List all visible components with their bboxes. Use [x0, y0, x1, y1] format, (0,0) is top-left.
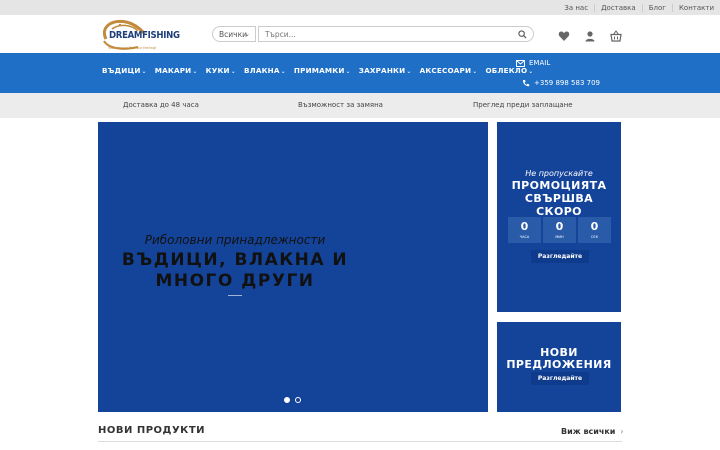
new-offers-title: НОВИ ПРЕДЛОЖЕНИЯ [497, 347, 621, 371]
view-all-link[interactable]: Виж всички › [561, 427, 623, 436]
nav-phone-link[interactable]: +359 898 583 709 [522, 79, 600, 87]
hero-slider[interactable]: Риболовни принадлежности ВЪДИЦИ, ВЛАКНА … [98, 122, 488, 412]
header: DREAMFISHING Your dream fish our feeling… [0, 15, 720, 53]
nav-phone-label: +359 898 583 709 [534, 79, 600, 87]
hero-subtitle: Риболовни принадлежности [144, 233, 326, 247]
hero-divider [228, 295, 242, 296]
slider-dot-2[interactable] [295, 397, 301, 403]
feature-exchange: Възможност за замяна [298, 101, 383, 109]
logo-tagline: Your dream fish our feeling! [108, 46, 157, 50]
cart-basket-icon[interactable] [610, 27, 622, 42]
nav-item-lures[interactable]: ПРИМАМКИ⌄ [294, 66, 351, 75]
new-products-title: НОВИ ПРОДУКТИ [98, 425, 206, 436]
hero-title: ВЪДИЦИ, ВЛАКНА И МНОГО ДРУГИ [98, 250, 372, 292]
top-link-delivery[interactable]: Доставка [594, 3, 642, 12]
nav-item-label: ВЪДИЦИ [102, 66, 141, 75]
top-bar: За нас Доставка Блог Контакти [0, 0, 720, 15]
nav-item-label: КУКИ [205, 66, 230, 75]
countdown-hours: 0 ЧАСА [508, 217, 541, 243]
hero-title-line: ВЪДИЦИ, ВЛАКНА И [121, 250, 349, 270]
new-offers-title-line: ПРЕДЛОЖЕНИЯ [506, 358, 612, 371]
chevron-down-icon: ⌄ [192, 68, 198, 75]
countdown-timer: 0 ЧАСА 0 МИН 0 СЕК [508, 217, 611, 243]
promo-title: ПРОМОЦИЯТА СВЪРШВА СКОРО [497, 179, 621, 218]
slider-dot-1[interactable] [284, 397, 290, 403]
promo-title-line: СВЪРШВА [524, 192, 594, 205]
account-user-icon[interactable] [584, 27, 596, 42]
promo-browse-button[interactable]: Разгледайте [531, 250, 589, 263]
countdown-seconds: 0 СЕК [578, 217, 611, 243]
envelope-icon [516, 59, 525, 67]
category-select[interactable]: Всички ⌄ [212, 26, 256, 42]
new-offers-banner: НОВИ ПРЕДЛОЖЕНИЯ Разгледайте [497, 322, 621, 412]
chevron-down-icon: ⌄ [280, 68, 286, 75]
feature-inspection: Преглед преди заплащане [473, 101, 573, 109]
promo-title-line: ПРОМОЦИЯТА [511, 179, 607, 192]
phone-icon [522, 80, 530, 87]
promo-banner: Не пропускайте ПРОМОЦИЯТА СВЪРШВА СКОРО … [497, 122, 621, 312]
chevron-down-icon: ⌄ [230, 68, 236, 75]
view-all-label: Виж всички [561, 427, 616, 436]
section-divider [98, 441, 622, 442]
top-link-contacts[interactable]: Контакти [671, 3, 720, 12]
nav-menu: ВЪДИЦИ⌄ МАКАРИ⌄ КУКИ⌄ ВЛАКНА⌄ ПРИМАМКИ⌄ … [102, 66, 534, 75]
top-link-blog[interactable]: Блог [641, 3, 672, 12]
top-links: За нас Доставка Блог Контакти [558, 0, 720, 15]
wishlist-heart-icon[interactable] [558, 27, 570, 41]
logo-text: DREAMFISHING [109, 30, 180, 41]
top-link-about[interactable]: За нас [558, 4, 594, 12]
nav-item-label: ПРИМАМКИ [293, 66, 345, 75]
countdown-minutes: 0 МИН [543, 217, 576, 243]
nav-item-hooks[interactable]: КУКИ⌄ [206, 66, 236, 75]
countdown-value: 0 [555, 220, 564, 233]
countdown-value: 0 [590, 220, 599, 233]
features-bar: Доставка до 48 часа Възможност за замяна… [0, 93, 720, 118]
nav-item-label: ОБЛЕКЛО [485, 66, 528, 75]
feature-delivery: Доставка до 48 часа [123, 101, 199, 109]
main-navigation: ВЪДИЦИ⌄ МАКАРИ⌄ КУКИ⌄ ВЛАКНА⌄ ПРИМАМКИ⌄ … [0, 53, 720, 93]
countdown-label: СЕК [590, 235, 599, 239]
nav-item-label: АКСЕСОАРИ [419, 66, 472, 75]
chevron-down-icon: ⌄ [244, 30, 250, 38]
search-input[interactable]: Търси... [258, 26, 534, 42]
chevron-down-icon: ⌄ [472, 68, 478, 75]
nav-item-clothing[interactable]: ОБЛЕКЛО⌄ [485, 66, 533, 75]
chevron-right-icon: › [620, 427, 624, 436]
nav-item-label: МАКАРИ [154, 66, 192, 75]
nav-item-baits[interactable]: ЗАХРАНКИ⌄ [359, 66, 412, 75]
nav-email-link[interactable]: EMAIL [516, 59, 550, 67]
chevron-down-icon: ⌄ [345, 68, 351, 75]
countdown-label: ЧАСА [519, 235, 530, 239]
slider-dots [284, 397, 301, 403]
hero-title-line: МНОГО ДРУГИ [155, 271, 315, 291]
site-logo[interactable]: DREAMFISHING Your dream fish our feeling… [98, 17, 180, 53]
search-icon[interactable] [518, 30, 527, 39]
countdown-label: МИН [555, 235, 564, 239]
nav-email-label: EMAIL [529, 59, 551, 67]
chevron-down-icon: ⌄ [528, 68, 534, 75]
nav-item-rods[interactable]: ВЪДИЦИ⌄ [102, 66, 147, 75]
nav-item-label: ВЛАКНА [243, 66, 280, 75]
nav-item-lines[interactable]: ВЛАКНА⌄ [244, 66, 286, 75]
nav-item-accessories[interactable]: АКСЕСОАРИ⌄ [420, 66, 478, 75]
chevron-down-icon: ⌄ [141, 68, 147, 75]
nav-item-reels[interactable]: МАКАРИ⌄ [155, 66, 198, 75]
search-placeholder: Търси... [265, 29, 296, 39]
category-select-value: Всички [219, 29, 247, 39]
header-icons [558, 27, 622, 42]
nav-item-label: ЗАХРАНКИ [358, 66, 406, 75]
new-offers-browse-button[interactable]: Разгледайте [531, 372, 589, 385]
chevron-down-icon: ⌄ [406, 68, 412, 75]
countdown-value: 0 [520, 220, 529, 233]
promo-pre-title: Не пропускайте [525, 169, 593, 178]
